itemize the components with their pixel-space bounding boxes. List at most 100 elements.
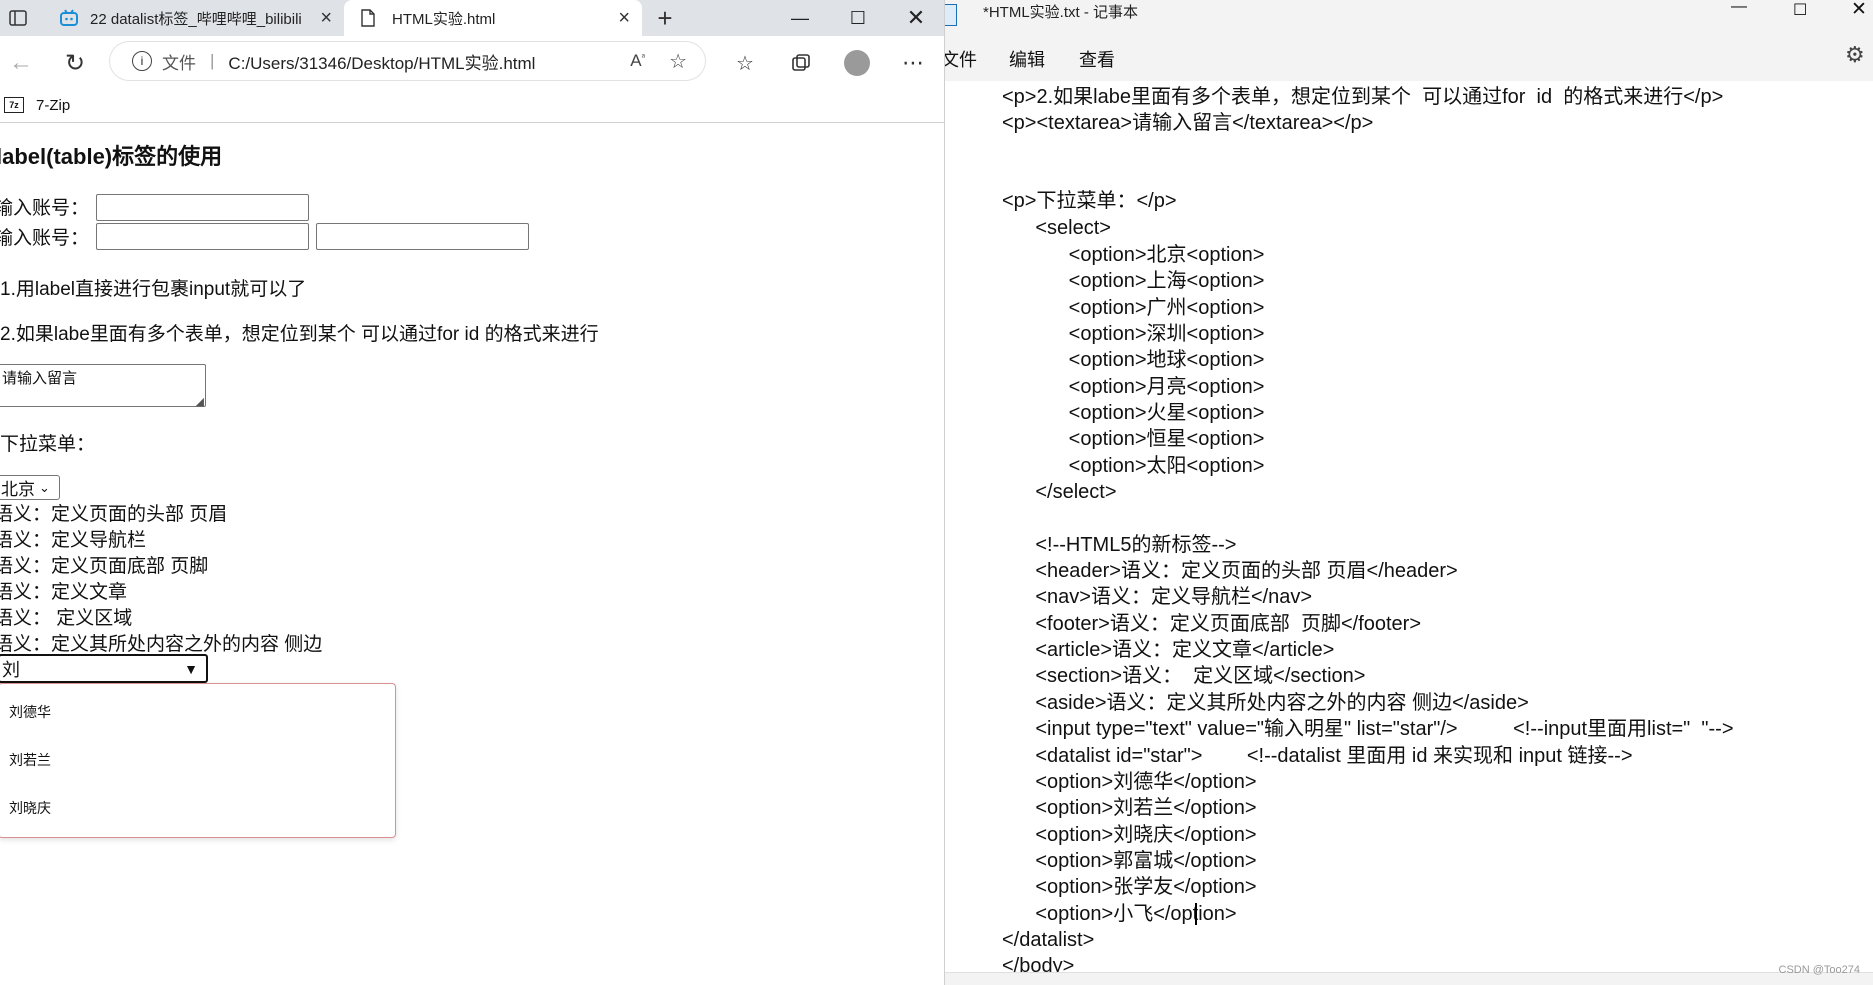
code-line: <p>下拉菜单：</p>	[1002, 190, 1177, 212]
code-line: <datalist id="star"> <!--datalist 里面用 id…	[1002, 745, 1633, 767]
browser-window: 22 datalist标签_哔哩哔哩_bilibili × HTML实验.htm…	[0, 0, 944, 985]
datalist-option[interactable]: 刘若兰	[9, 750, 51, 770]
maximize-button[interactable]: ☐	[830, 0, 886, 36]
workspaces-icon[interactable]	[6, 6, 30, 30]
bilibili-icon	[60, 9, 78, 27]
minimize-button[interactable]: —	[772, 0, 828, 36]
datalist-suggestions: 刘德华 刘若兰 刘晓庆	[0, 683, 396, 838]
read-aloud-icon[interactable]: Aᵃ	[630, 51, 645, 71]
account-input[interactable]	[96, 223, 309, 250]
code-line: <option>刘晓庆</option>	[1002, 824, 1257, 846]
code-line: <option>张学友</option>	[1002, 876, 1257, 898]
code-line: <option>刘德华</option>	[1002, 771, 1257, 793]
tab-title: 22 datalist标签_哔哩哔哩_bilibili	[90, 10, 302, 28]
code-line: <p>2.如果labe里面有多个表单，想定位到某个 可以通过for id 的格式…	[1002, 86, 1724, 108]
code-line: <!--HTML5的新标签-->	[1002, 534, 1237, 556]
url-text[interactable]: C:/Users/31346/Desktop/HTML实验.html	[228, 49, 535, 74]
notepad-menubar: 文件 编辑 查看 ⚙	[945, 36, 1873, 81]
notepad-title: *HTML实验.txt - 记事本	[983, 4, 1139, 21]
page-heading: label(table)标签的使用	[0, 144, 223, 169]
code-line: <section>语义： 定义区域</section>	[1002, 665, 1366, 687]
scheme-label: 文件	[162, 53, 196, 73]
menu-view[interactable]: 查看	[1079, 46, 1115, 72]
maximize-button[interactable]: ☐	[1793, 0, 1807, 20]
code-line: <option>刘若兰</option>	[1002, 797, 1257, 819]
toolbar: ← ↻ i 文件 | C:/Users/31346/Desktop/HTML实验…	[0, 36, 944, 88]
separator: |	[210, 51, 215, 70]
aside-semantic-text: 语义：定义其所处内容之外的内容 侧边	[0, 634, 323, 655]
header-semantic-text: 语义：定义页面的头部 页眉	[0, 504, 228, 525]
close-window-button[interactable]: ✕	[1851, 0, 1867, 21]
document-icon	[360, 9, 378, 27]
text-cursor	[1195, 903, 1197, 925]
tab-html-experiment[interactable]: HTML实验.html ×	[344, 0, 642, 36]
text-editor[interactable]: <p>2.如果labe里面有多个表单，想定位到某个 可以通过for id 的格式…	[945, 81, 1873, 976]
close-window-button[interactable]: ✕	[888, 0, 944, 36]
code-line: <option>广州<option>	[1002, 297, 1265, 319]
city-select[interactable]: 北京 ⌄	[0, 475, 60, 500]
code-line: <option>太阳<option>	[1002, 455, 1265, 477]
add-favorite-icon[interactable]: ☆	[669, 49, 687, 74]
code-line: <p><textarea>请输入留言</textarea></p>	[1002, 112, 1374, 134]
favorites-icon[interactable]: ☆	[728, 46, 762, 80]
footer-semantic-text: 语义：定义页面底部 页脚	[0, 556, 209, 577]
close-tab-icon[interactable]: ×	[618, 8, 630, 28]
code-line: <input type="text" value="输入明星" list="st…	[1002, 718, 1734, 740]
minimize-button[interactable]: —	[1731, 0, 1747, 16]
notepad-statusbar	[945, 972, 1873, 985]
code-line: <option>地球<option>	[1002, 349, 1265, 371]
paragraph: 2.如果labe里面有多个表单，想定位到某个 可以通过for id 的格式来进行	[0, 324, 599, 345]
dropdown-arrow-icon[interactable]: ▼	[184, 661, 198, 677]
code-line: <option>月亮<option>	[1002, 376, 1265, 398]
resize-grip-icon[interactable]: ◢	[196, 395, 204, 408]
code-line: <option>深圳<option>	[1002, 323, 1265, 345]
code-line: <option>北京<option>	[1002, 244, 1265, 266]
account-label: 输入账号：	[0, 198, 90, 219]
new-tab-button[interactable]: +	[650, 4, 680, 32]
code-line: <option>小飞</option>	[1002, 903, 1237, 925]
code-line: <option>郭富城</option>	[1002, 850, 1257, 872]
code-line: <option>恒星<option>	[1002, 428, 1265, 450]
menu-edit[interactable]: 编辑	[1009, 46, 1045, 72]
star-datalist-input[interactable]: 刘 ▼	[0, 654, 208, 683]
account-label: 输入账号：	[0, 228, 90, 249]
tab-strip: 22 datalist标签_哔哩哔哩_bilibili × HTML实验.htm…	[0, 0, 944, 36]
watermark: CSDN @Too274	[1778, 964, 1860, 976]
close-tab-icon[interactable]: ×	[320, 8, 332, 28]
code-line: <header>语义：定义页面的头部 页眉</header>	[1002, 560, 1458, 582]
tab-bilibili[interactable]: 22 datalist标签_哔哩哔哩_bilibili ×	[40, 0, 344, 36]
code-line: <nav>语义：定义导航栏</nav>	[1002, 586, 1313, 608]
collections-icon[interactable]	[784, 46, 818, 80]
more-menu-icon[interactable]: ⋯	[896, 46, 930, 80]
chevron-down-icon: ⌄	[39, 479, 50, 495]
bookmark-7zip[interactable]: 7-Zip	[36, 97, 70, 114]
nav-semantic-text: 语义：定义导航栏	[0, 530, 147, 551]
code-line: <article>语义：定义文章</article>	[1002, 639, 1335, 661]
password-input[interactable]	[316, 223, 529, 250]
code-line: <option>火星<option>	[1002, 402, 1265, 424]
back-arrow-icon[interactable]: ←	[4, 46, 38, 80]
code-line: <aside>语义：定义其所处内容之外的内容 侧边</aside>	[1002, 692, 1529, 714]
bookmarks-bar: 7z 7-Zip	[0, 88, 944, 123]
info-icon[interactable]: i	[132, 51, 152, 71]
code-line: </datalist>	[1002, 929, 1095, 951]
message-textarea[interactable]: 请输入留言 ◢	[0, 364, 206, 408]
account-input[interactable]	[96, 194, 309, 221]
paragraph: 1.用label直接进行包裹input就可以了	[0, 279, 307, 300]
article-semantic-text: 语义：定义文章	[0, 582, 128, 603]
notepad-icon	[945, 4, 957, 26]
tab-title: HTML实验.html	[392, 10, 496, 28]
code-line: </select>	[1002, 481, 1117, 503]
notepad-titlebar: *HTML实验.txt - 记事本 — ☐ ✕	[945, 0, 1873, 36]
profile-avatar[interactable]	[840, 46, 874, 80]
menu-file[interactable]: 文件	[945, 46, 977, 72]
section-semantic-text: 语义： 定义区域	[0, 608, 133, 629]
datalist-option[interactable]: 刘晓庆	[9, 798, 51, 818]
archive-icon: 7z	[4, 97, 24, 113]
code-line: <option>上海<option>	[1002, 270, 1265, 292]
notepad-window: *HTML实验.txt - 记事本 — ☐ ✕ 文件 编辑 查看 ⚙ <p>2.…	[944, 0, 1873, 985]
refresh-icon[interactable]: ↻	[58, 46, 92, 80]
settings-gear-icon[interactable]: ⚙	[1845, 42, 1865, 68]
datalist-option[interactable]: 刘德华	[9, 702, 51, 722]
address-bar[interactable]: i 文件 | C:/Users/31346/Desktop/HTML实验.htm…	[110, 42, 705, 80]
